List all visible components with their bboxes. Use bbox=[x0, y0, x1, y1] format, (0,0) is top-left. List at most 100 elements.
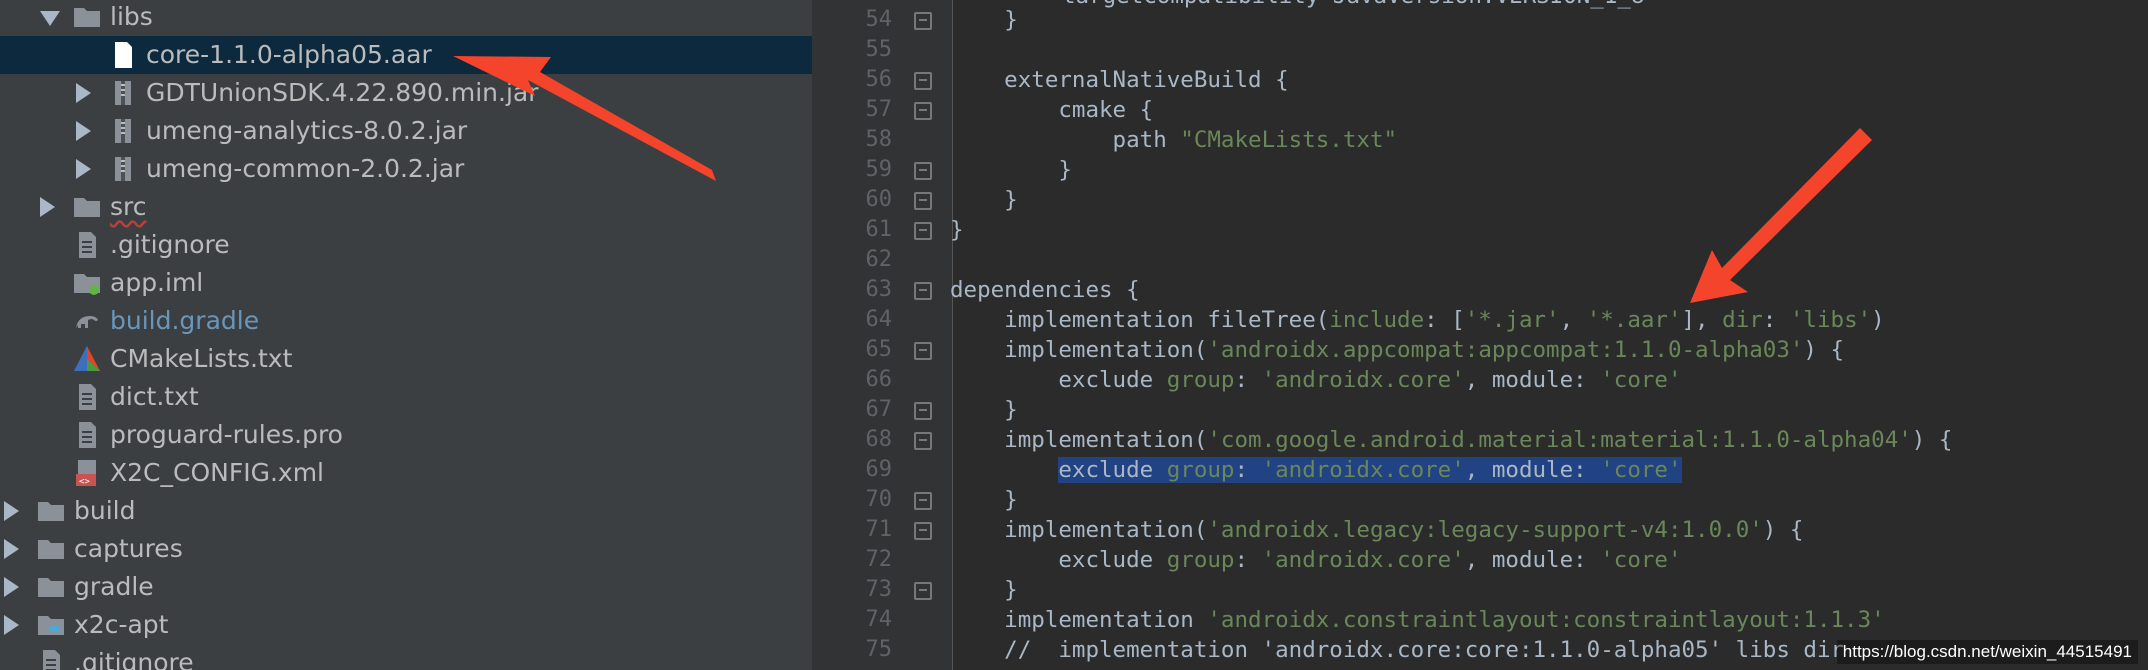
tree-item-label: CMakeLists.txt bbox=[110, 344, 293, 373]
code-line[interactable]: externalNativeBuild { bbox=[950, 65, 1288, 95]
tree-item-gdtunionsdk-4-22-890-min-jar[interactable]: GDTUnionSDK.4.22.890.min.jar bbox=[0, 74, 812, 112]
tree-item-captures[interactable]: captures bbox=[0, 530, 812, 568]
code-line[interactable]: } bbox=[950, 485, 1018, 515]
code-line[interactable]: implementation('androidx.appcompat:appco… bbox=[950, 335, 1844, 365]
code-line[interactable]: path "CMakeLists.txt" bbox=[950, 125, 1398, 155]
chevron-right-icon[interactable] bbox=[4, 577, 19, 597]
file-icon bbox=[108, 40, 138, 70]
tree-item-umeng-analytics-8-0-2-jar[interactable]: umeng-analytics-8.0.2.jar bbox=[0, 112, 812, 150]
fold-toggle-icon[interactable] bbox=[914, 432, 932, 450]
tree-item-label: src bbox=[110, 192, 147, 221]
tree-item-label: libs bbox=[110, 2, 153, 31]
xml-file-icon: <> bbox=[72, 458, 102, 488]
chevron-right-icon[interactable] bbox=[4, 615, 19, 635]
tree-item-build[interactable]: build bbox=[0, 492, 812, 530]
svg-text:<>: <> bbox=[79, 477, 90, 487]
line-number: 66 bbox=[865, 367, 893, 392]
tree-item-label: X2C_CONFIG.xml bbox=[110, 458, 324, 487]
tree-item-label: umeng-common-2.0.2.jar bbox=[146, 154, 465, 183]
tree-item-gitignore[interactable]: .gitignore bbox=[0, 226, 812, 264]
tree-item-gitignore[interactable]: .gitignore bbox=[0, 644, 812, 670]
tree-item-label: .gitignore bbox=[110, 230, 230, 259]
chevron-right-icon[interactable] bbox=[76, 121, 91, 141]
code-line[interactable]: } bbox=[950, 5, 1018, 35]
tree-item-x2c-config-xml[interactable]: <> X2C_CONFIG.xml bbox=[0, 454, 812, 492]
line-number: 73 bbox=[865, 577, 893, 602]
line-number: 54 bbox=[865, 7, 893, 32]
chevron-down-icon[interactable] bbox=[40, 11, 60, 26]
tree-item-app-iml[interactable]: app.iml bbox=[0, 264, 812, 302]
line-number: 55 bbox=[865, 37, 893, 62]
module-file-icon bbox=[72, 268, 102, 298]
fold-toggle-icon[interactable] bbox=[914, 342, 932, 360]
fold-toggle-icon[interactable] bbox=[914, 282, 932, 300]
chevron-right-icon[interactable] bbox=[76, 159, 91, 179]
gradle-icon bbox=[72, 306, 102, 336]
code-line[interactable]: // implementation 'androidx.core:core:1.… bbox=[950, 635, 1844, 665]
code-line[interactable]: implementation('com.google.android.mater… bbox=[950, 425, 1952, 455]
fold-toggle-icon[interactable] bbox=[914, 12, 932, 30]
tree-item-x2c-apt[interactable]: x2c-apt bbox=[0, 606, 812, 644]
tree-item-label: GDTUnionSDK.4.22.890.min.jar bbox=[146, 78, 539, 107]
code-line[interactable]: } bbox=[950, 395, 1018, 425]
tree-item-proguard-rules-pro[interactable]: proguard-rules.pro bbox=[0, 416, 812, 454]
fold-toggle-icon[interactable] bbox=[914, 162, 932, 180]
tree-item-label: x2c-apt bbox=[74, 610, 169, 639]
fold-toggle-icon[interactable] bbox=[914, 102, 932, 120]
line-number: 57 bbox=[865, 97, 893, 122]
fold-toggle-icon[interactable] bbox=[914, 492, 932, 510]
fold-toggle-icon[interactable] bbox=[914, 72, 932, 90]
code-line[interactable]: } bbox=[950, 575, 1018, 605]
line-number: 60 bbox=[865, 187, 893, 212]
fold-toggle-icon[interactable] bbox=[914, 402, 932, 420]
line-number: 67 bbox=[865, 397, 893, 422]
tree-item-umeng-common-2-0-2-jar[interactable]: umeng-common-2.0.2.jar bbox=[0, 150, 812, 188]
tree-item-label: build.gradle bbox=[110, 306, 260, 335]
project-tree-panel[interactable]: libs core-1.1.0-alpha05.aar GDTUnionSDK.4.… bbox=[0, 0, 812, 670]
tree-item-src[interactable]: src bbox=[0, 188, 812, 226]
code-line[interactable]: } bbox=[950, 155, 1072, 185]
fold-toggle-icon[interactable] bbox=[914, 522, 932, 540]
jar-file-icon bbox=[108, 116, 138, 146]
code-editor[interactable]: 54 55 56 57 58 59 60 61 62 63 64 65 66 67 68 69 70 71 72 73… bbox=[812, 0, 2148, 670]
text-file-icon bbox=[36, 648, 66, 670]
fold-toggle-icon[interactable] bbox=[914, 582, 932, 600]
tree-item-core-1-1-0-alpha05-aar[interactable]: core-1.1.0-alpha05.aar bbox=[0, 36, 812, 74]
fold-gutter[interactable] bbox=[896, 0, 953, 670]
tree-item-libs[interactable]: libs bbox=[0, 0, 812, 36]
line-number: 64 bbox=[865, 307, 893, 332]
line-number: 74 bbox=[865, 607, 893, 632]
code-line[interactable]: } bbox=[950, 215, 964, 245]
tree-item-gradle[interactable]: gradle bbox=[0, 568, 812, 606]
code-line[interactable]: implementation 'androidx.constraintlayou… bbox=[950, 605, 1885, 635]
code-line[interactable]: exclude group: 'androidx.core', module: … bbox=[950, 365, 1681, 395]
code-line[interactable]: implementation fileTree(include: ['*.jar… bbox=[950, 305, 1885, 335]
line-number: 61 bbox=[865, 217, 893, 242]
chevron-right-icon[interactable] bbox=[76, 83, 91, 103]
tree-item-build-gradle[interactable]: build.gradle bbox=[0, 302, 812, 340]
fold-toggle-icon[interactable] bbox=[914, 192, 932, 210]
jar-file-icon bbox=[108, 154, 138, 184]
line-number: 63 bbox=[865, 277, 893, 302]
chevron-right-icon[interactable] bbox=[4, 501, 19, 521]
text-file-icon bbox=[72, 420, 102, 450]
line-number: 68 bbox=[865, 427, 893, 452]
tree-item-cmakelists-txt[interactable]: CMakeLists.txt bbox=[0, 340, 812, 378]
folder-icon bbox=[36, 496, 66, 526]
tree-item-label: umeng-analytics-8.0.2.jar bbox=[146, 116, 468, 145]
code-line[interactable]: exclude group: 'androidx.core', module: … bbox=[950, 455, 1682, 485]
chevron-right-icon[interactable] bbox=[4, 539, 19, 559]
tree-item-label: proguard-rules.pro bbox=[110, 420, 343, 449]
code-line[interactable]: } bbox=[950, 185, 1018, 215]
line-number: 62 bbox=[865, 247, 893, 272]
chevron-right-icon[interactable] bbox=[40, 197, 55, 217]
tree-item-label: app.iml bbox=[110, 268, 204, 297]
tree-item-dict-txt[interactable]: dict.txt bbox=[0, 378, 812, 416]
code-line[interactable]: cmake { bbox=[950, 95, 1153, 125]
code-line[interactable]: dependencies { bbox=[950, 275, 1140, 305]
fold-toggle-icon[interactable] bbox=[914, 222, 932, 240]
code-line[interactable]: exclude group: 'androidx.core', module: … bbox=[950, 545, 1681, 575]
line-number: 72 bbox=[865, 547, 893, 572]
tree-item-label: .gitignore bbox=[74, 648, 194, 670]
code-line[interactable]: implementation('androidx.legacy:legacy-s… bbox=[950, 515, 1803, 545]
